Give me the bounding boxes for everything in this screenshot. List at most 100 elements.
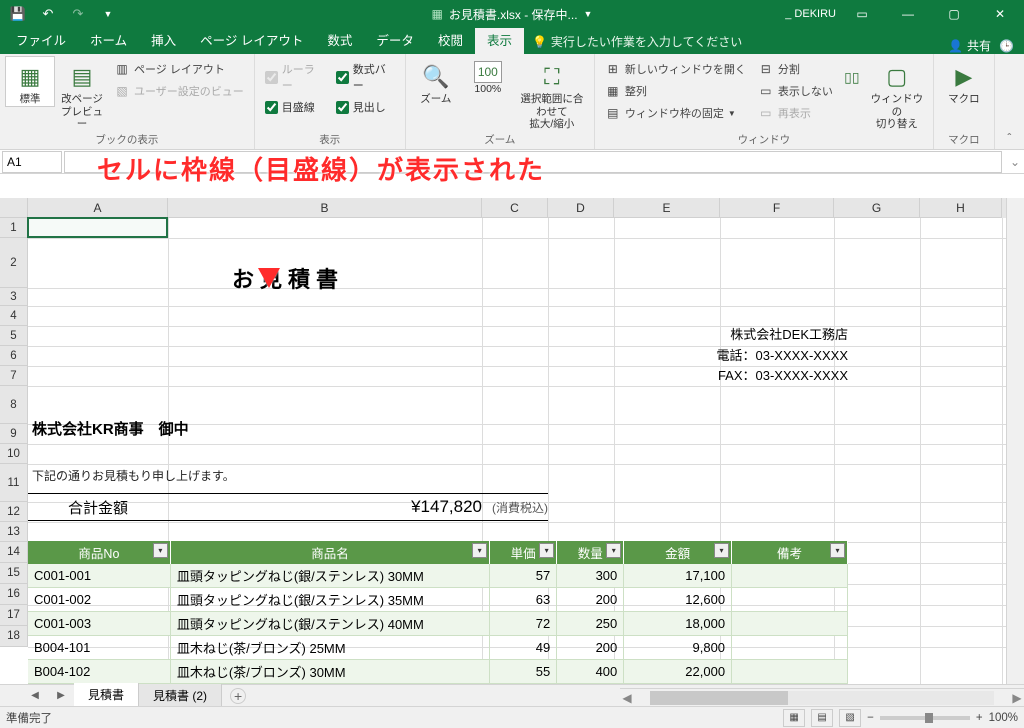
row-header-11[interactable]: 11 — [0, 464, 28, 502]
expand-formula-bar-icon[interactable]: ⌄ — [1006, 155, 1024, 169]
maximize-button[interactable]: ▢ — [934, 0, 974, 28]
table-header[interactable]: 単価▾ — [490, 541, 557, 564]
table-cell[interactable]: 57 — [490, 564, 557, 588]
row-header-12[interactable]: 12 — [0, 502, 28, 522]
ruler-checkbox[interactable]: ルーラー — [261, 59, 328, 95]
table-cell[interactable]: 皿頭タッピングねじ(銀/ステンレス) 35MM — [170, 588, 489, 612]
unhide-button[interactable]: ▭再表示 — [754, 103, 837, 123]
table-header[interactable]: 備考▾ — [732, 541, 848, 564]
table-header[interactable]: 数量▾ — [557, 541, 624, 564]
title-dropdown-icon[interactable]: ▼ — [584, 9, 593, 19]
history-icon[interactable]: 🕒 — [999, 39, 1014, 53]
arrange-all-button[interactable]: ▦整列 — [601, 81, 750, 101]
scroll-left-icon[interactable]: ◀ — [620, 691, 634, 705]
table-cell[interactable]: 皿頭タッピングねじ(銀/ステンレス) 40MM — [170, 612, 489, 636]
headings-checkbox[interactable]: 見出し — [332, 97, 399, 117]
undo-icon[interactable]: ↶ — [36, 2, 60, 26]
scroll-right-icon[interactable]: ▶ — [1010, 691, 1024, 705]
column-headers[interactable]: ABCDEFGH — [28, 198, 1006, 218]
table-cell[interactable]: B004-102 — [28, 660, 170, 684]
normal-view-status-button[interactable]: ▦ — [783, 709, 805, 727]
table-cell[interactable]: C001-003 — [28, 612, 170, 636]
tab-view[interactable]: 表示 — [475, 25, 524, 54]
split-button[interactable]: ⊟分割 — [754, 59, 837, 79]
table-header[interactable]: 商品No▾ — [28, 541, 170, 564]
table-cell[interactable]: 49 — [490, 636, 557, 660]
table-cell[interactable]: 皿頭タッピングねじ(銀/ステンレス) 30MM — [170, 564, 489, 588]
row-header-8[interactable]: 8 — [0, 386, 28, 424]
row-header-10[interactable]: 10 — [0, 444, 28, 464]
col-header-E[interactable]: E — [614, 198, 720, 218]
row-header-13[interactable]: 13 — [0, 522, 28, 542]
sheet-nav-next-icon[interactable]: ▶ — [48, 690, 74, 701]
row-header-1[interactable]: 1 — [0, 218, 28, 238]
row-header-2[interactable]: 2 — [0, 238, 28, 288]
vertical-scrollbar[interactable] — [1006, 198, 1024, 684]
col-header-C[interactable]: C — [482, 198, 548, 218]
tab-home[interactable]: ホーム — [78, 25, 139, 54]
zoom-out-button[interactable]: − — [867, 712, 874, 724]
minimize-button[interactable]: ― — [888, 0, 928, 28]
view-side-by-side-button[interactable]: ▯▯ — [841, 57, 863, 93]
select-all-corner[interactable] — [0, 198, 28, 218]
table-cell[interactable]: 400 — [557, 660, 624, 684]
col-header-B[interactable]: B — [168, 198, 482, 218]
table-cell[interactable] — [732, 588, 848, 612]
horizontal-scrollbar[interactable]: ◀ ▶ — [620, 688, 1024, 706]
filter-button[interactable]: ▾ — [539, 543, 554, 558]
row-header-9[interactable]: 9 — [0, 424, 28, 444]
qat-dropdown-icon[interactable]: ▼ — [96, 2, 120, 26]
tell-me-search[interactable]: 💡 実行したい作業を入力してください — [524, 29, 750, 54]
table-cell[interactable] — [732, 612, 848, 636]
zoom-button[interactable]: 🔍ズーム — [412, 57, 460, 106]
page-layout-view-button[interactable]: ▥ページ レイアウト — [110, 59, 248, 79]
share-button[interactable]: 👤共有 — [948, 37, 991, 54]
table-header[interactable]: 商品名▾ — [170, 541, 489, 564]
tab-review[interactable]: 校閲 — [426, 25, 475, 54]
row-header-3[interactable]: 3 — [0, 288, 28, 306]
table-cell[interactable]: 300 — [557, 564, 624, 588]
row-header-17[interactable]: 17 — [0, 605, 28, 626]
table-cell[interactable]: 63 — [490, 588, 557, 612]
page-break-status-button[interactable]: ▧ — [839, 709, 861, 727]
gridlines-checkbox[interactable]: 目盛線 — [261, 97, 328, 117]
table-cell[interactable]: 72 — [490, 612, 557, 636]
table-cell[interactable]: 12,600 — [624, 588, 732, 612]
tab-data[interactable]: データ — [364, 25, 426, 54]
tab-formulas[interactable]: 数式 — [315, 25, 364, 54]
add-sheet-button[interactable]: + — [230, 688, 246, 704]
filter-button[interactable]: ▾ — [830, 543, 845, 558]
row-header-18[interactable]: 18 — [0, 626, 28, 647]
table-cell[interactable]: 9,800 — [624, 636, 732, 660]
tab-insert[interactable]: 挿入 — [139, 25, 188, 54]
table-row[interactable]: B004-102皿木ねじ(茶/ブロンズ) 30MM5540022,000 — [28, 660, 848, 684]
row-header-14[interactable]: 14 — [0, 542, 28, 563]
table-cell[interactable]: B004-101 — [28, 636, 170, 660]
tab-page-layout[interactable]: ページ レイアウト — [188, 25, 315, 54]
zoom-level[interactable]: 100% — [989, 712, 1018, 724]
sheet-tab-2[interactable]: 見積書 (2) — [139, 684, 222, 707]
tab-file[interactable]: ファイル — [4, 25, 78, 54]
table-cell[interactable]: 皿木ねじ(茶/ブロンズ) 30MM — [170, 660, 489, 684]
zoom-100-button[interactable]: 100100% — [464, 57, 512, 96]
filter-button[interactable]: ▾ — [153, 543, 168, 558]
table-row[interactable]: C001-003皿頭タッピングねじ(銀/ステンレス) 40MM7225018,0… — [28, 612, 848, 636]
table-row[interactable]: B004-101皿木ねじ(茶/ブロンズ) 25MM492009,800 — [28, 636, 848, 660]
name-box[interactable]: A1 — [2, 151, 62, 173]
new-window-button[interactable]: ⊞新しいウィンドウを開く — [601, 59, 750, 79]
page-break-preview-button[interactable]: ▤改ページ プレビュー — [58, 57, 106, 131]
col-header-D[interactable]: D — [548, 198, 614, 218]
formula-bar[interactable]: セルに枠線（目盛線）が表示された — [64, 151, 1002, 173]
table-cell[interactable] — [732, 660, 848, 684]
ribbon-options-icon[interactable]: ▭ — [842, 0, 882, 28]
table-row[interactable]: C001-002皿頭タッピングねじ(銀/ステンレス) 35MM6320012,6… — [28, 588, 848, 612]
row-header-16[interactable]: 16 — [0, 584, 28, 605]
row-header-7[interactable]: 7 — [0, 366, 28, 386]
table-header[interactable]: 金額▾ — [624, 541, 732, 564]
close-button[interactable]: ✕ — [980, 0, 1020, 28]
table-cell[interactable]: 22,000 — [624, 660, 732, 684]
page-layout-status-button[interactable]: ▤ — [811, 709, 833, 727]
table-row[interactable]: C001-001皿頭タッピングねじ(銀/ステンレス) 30MM5730017,1… — [28, 564, 848, 588]
formula-bar-checkbox[interactable]: 数式バー — [332, 59, 399, 95]
sheet-nav-prev-icon[interactable]: ◀ — [22, 690, 48, 701]
